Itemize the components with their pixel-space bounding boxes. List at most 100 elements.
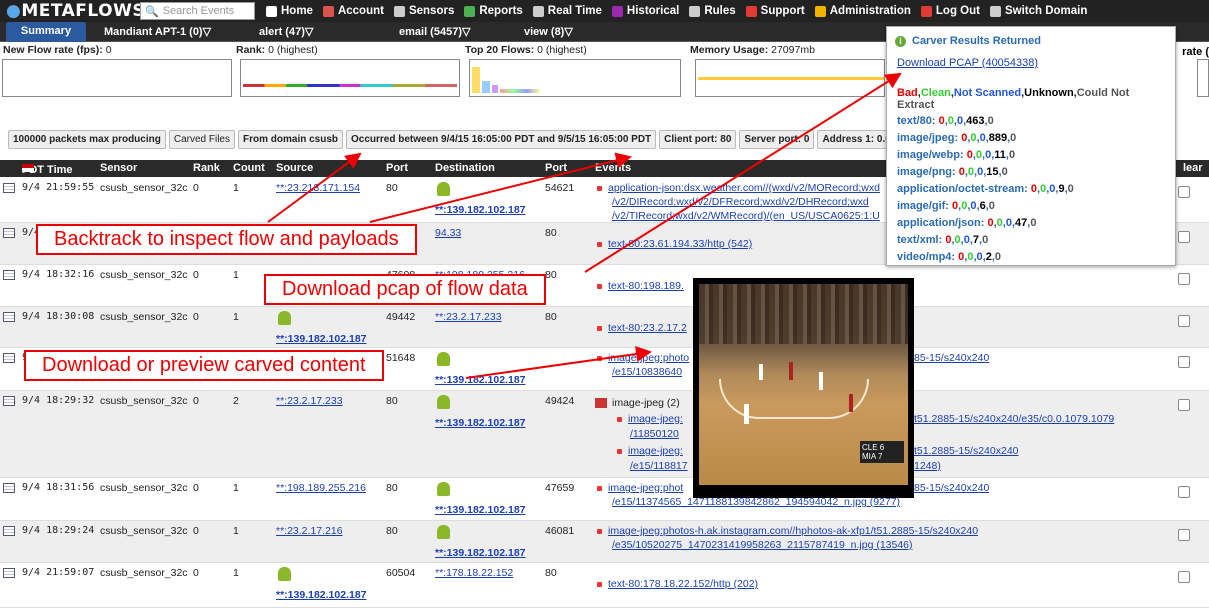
event-text-cont[interactable]: /11850120	[630, 427, 679, 441]
row-destination[interactable]: **:178.18.22.152	[435, 567, 513, 579]
filter-chip[interactable]: Carved Files	[168, 130, 235, 149]
flow-detail-icon[interactable]	[3, 228, 15, 238]
nav-support[interactable]: Support	[745, 5, 805, 17]
nav-administration[interactable]: Administration	[814, 5, 911, 17]
row-source[interactable]: **:23.2.17.233	[276, 395, 343, 407]
nav-historical[interactable]: Historical	[611, 5, 679, 17]
nav-real-time[interactable]: Real Time	[532, 5, 602, 17]
event-text-cont[interactable]: /v2/TIRecord;wxd/v2/WMRecord)/(en_US/USC…	[612, 209, 880, 223]
carver-type-name: application/octet-stream:	[897, 183, 1028, 195]
clear-checkbox[interactable]	[1178, 186, 1190, 198]
flow-detail-icon[interactable]	[3, 526, 15, 536]
event-link[interactable]: text-80:23.61.194.33/http (542)	[597, 237, 752, 251]
tab-summary[interactable]: Summary	[6, 21, 86, 42]
col-sensor[interactable]: Sensor	[100, 162, 137, 174]
row-source[interactable]: **:23.2.17.216	[276, 525, 343, 537]
flow-detail-icon[interactable]	[3, 270, 15, 280]
event-text-cont[interactable]: 85-15/s240x240	[914, 481, 989, 495]
nav-home[interactable]: Home	[266, 5, 313, 17]
event-link[interactable]: image-jpeg:	[617, 444, 683, 458]
flow-detail-icon[interactable]	[3, 483, 15, 493]
event-text-cont[interactable]: /e15/10838640	[612, 365, 682, 379]
event-text[interactable]: image-jpeg:	[628, 445, 683, 457]
flow-detail-icon[interactable]	[3, 183, 15, 193]
event-link[interactable]: text-80:23.2.17.2	[597, 321, 687, 335]
carved-video-preview[interactable]: CLE 6 MIA 7	[693, 278, 914, 498]
filter-chip[interactable]: Client port: 80	[659, 130, 737, 149]
event-text-cont[interactable]: 85-15/s240x240	[914, 351, 989, 365]
download-pcap-link[interactable]: Download PCAP (40054338)	[897, 57, 1165, 69]
event-text[interactable]: image-jpeg:	[628, 413, 683, 425]
tab-email[interactable]: email (5457)▽	[399, 25, 524, 38]
nav-sensors[interactable]: Sensors	[393, 5, 454, 17]
row-destination[interactable]: **:23.2.17.233	[435, 311, 502, 323]
row-destination[interactable]: **:139.182.102.187	[435, 204, 526, 216]
event-text-cont[interactable]: t51.2885-15/s240x240	[914, 444, 1019, 458]
clear-checkbox[interactable]	[1178, 356, 1190, 368]
event-text[interactable]: image-jpeg:photos-h.ak.instagram.com//hp…	[608, 525, 978, 537]
event-text[interactable]: text-80:198.189.	[608, 280, 684, 292]
event-text[interactable]: text-80:178.18.22.152/http (202)	[608, 578, 758, 590]
tab-view[interactable]: view (8)▽	[524, 25, 624, 38]
event-link[interactable]: image-jpeg:photo	[597, 351, 689, 365]
col-rank[interactable]: Rank	[193, 162, 220, 174]
event-text-cont[interactable]: /v2/DIRecord;wxd/v2/DFRecord;wxd/v2/DHRe…	[612, 195, 869, 209]
event-text[interactable]: application-json:dsx.weather.com//(wxd/v…	[608, 182, 880, 194]
row-destination[interactable]: **:139.182.102.187	[435, 504, 526, 516]
filter-chip[interactable]: From domain csusb	[238, 130, 344, 149]
metaflows-logo[interactable]: ●METAFLOWS	[0, 1, 145, 21]
clear-checkbox[interactable]	[1178, 571, 1190, 583]
event-text-cont[interactable]: 1248)	[914, 459, 941, 473]
event-link[interactable]: text-80:198.189.	[597, 279, 684, 293]
event-link[interactable]: image-jpeg:phot	[597, 481, 683, 495]
col-destination[interactable]: Destination	[435, 162, 495, 174]
tab-alert[interactable]: alert (47)▽	[259, 25, 399, 38]
nav-log-out[interactable]: Log Out	[920, 5, 980, 17]
row-destination[interactable]: **:139.182.102.187	[435, 417, 526, 429]
clear-checkbox[interactable]	[1178, 231, 1190, 243]
filter-chip[interactable]: Occurred between 9/4/15 16:05:00 PDT and…	[346, 130, 657, 149]
event-link[interactable]: image-jpeg:photos-h.ak.instagram.com//hp…	[597, 524, 978, 538]
filter-chip[interactable]: Server port: 0	[739, 130, 815, 149]
row-source[interactable]: **:139.182.102.187	[276, 589, 367, 601]
event-text-cont[interactable]: /e35/10520275_1470231419958263_211578741…	[612, 538, 913, 552]
nav-account[interactable]: Account	[322, 5, 384, 17]
event-link[interactable]: text-80:178.18.22.152/http (202)	[597, 577, 758, 591]
clear-checkbox[interactable]	[1178, 486, 1190, 498]
event-group-header[interactable]: image-jpeg (2)	[595, 396, 680, 410]
flow-detail-icon[interactable]	[3, 396, 15, 406]
nav-rules[interactable]: Rules	[689, 5, 736, 17]
flow-detail-icon[interactable]	[3, 568, 15, 578]
clear-checkbox[interactable]	[1178, 529, 1190, 541]
tab-mandiant[interactable]: Mandiant APT-1 (0)▽	[104, 25, 244, 38]
col-port[interactable]: Port	[386, 162, 408, 174]
col-events[interactable]: Events	[595, 162, 631, 174]
clear-checkbox[interactable]	[1178, 273, 1190, 285]
row-source[interactable]: **:198.189.255.216	[276, 482, 366, 494]
event-text[interactable]: text-80:23.2.17.2	[608, 322, 687, 334]
nav-switch-domain[interactable]: Switch Domain	[989, 5, 1087, 17]
event-link[interactable]: application-json:dsx.weather.com//(wxd/v…	[597, 181, 880, 195]
clear-checkbox[interactable]	[1178, 399, 1190, 411]
row-source[interactable]: **:139.182.102.187	[276, 333, 367, 345]
filter-chip[interactable]: 100000 packets max producing	[8, 130, 166, 149]
event-text-cont[interactable]: t51.2885-15/s240x240/e35/c0.0.1079.1079	[914, 412, 1114, 426]
nav-reports[interactable]: Reports	[464, 5, 523, 17]
col-port2[interactable]: Port	[545, 162, 567, 174]
event-link[interactable]: image-jpeg:	[617, 412, 683, 426]
row-destination[interactable]: 94.33	[435, 227, 461, 239]
col-count[interactable]: Count	[233, 162, 265, 174]
row-destination[interactable]: **:139.182.102.187	[435, 547, 526, 559]
clear-checkbox[interactable]	[1178, 315, 1190, 327]
row-destination[interactable]: **:139.182.102.187	[435, 374, 526, 386]
search-events-input[interactable]: 🔍 Search Events	[140, 2, 255, 20]
event-text-cont[interactable]: /e15/118817	[630, 459, 688, 473]
flow-detail-icon[interactable]	[3, 312, 15, 322]
col-clear[interactable]: lear	[1183, 162, 1203, 174]
event-text[interactable]: image-jpeg:phot	[608, 482, 683, 494]
col-source[interactable]: Source	[276, 162, 313, 174]
flow-detail-icon[interactable]	[3, 353, 15, 363]
event-text[interactable]: text-80:23.61.194.33/http (542)	[608, 238, 752, 250]
event-text[interactable]: image-jpeg:photo	[608, 352, 689, 364]
row-source[interactable]: **:23.213.171.154	[276, 182, 360, 194]
